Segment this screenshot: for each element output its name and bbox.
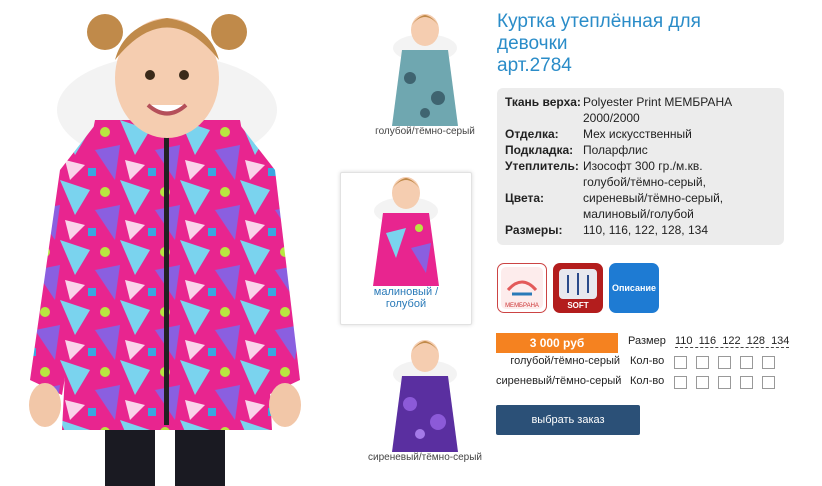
size-label: Размер (628, 335, 666, 347)
thumbnail-blue-grey[interactable]: голубой/тёмно-серый (360, 8, 490, 137)
description-button[interactable]: Описание (609, 263, 659, 313)
jacket-blue-grey-photo (380, 8, 470, 126)
membrana-icon: МЕМБРАНА (501, 267, 543, 309)
title-line-1: Куртка утеплённая для (497, 11, 701, 32)
spec-value: 110, 116, 122, 128, 134 (583, 223, 708, 237)
isosoft-icon: SOFT (559, 269, 597, 310)
size-value: 134 (771, 335, 790, 347)
spec-value: голубой/тёмно-серый, сиреневый/тёмно-сер… (583, 175, 724, 221)
article-number: арт.2784 (497, 55, 572, 76)
qty-checkbox-128[interactable] (740, 376, 753, 389)
qty-checkbox-122[interactable] (718, 376, 731, 389)
spec-key: Размеры: (505, 223, 563, 237)
membrana-label: МЕМБРАНА (505, 303, 539, 309)
order-row-color: голубой/тёмно-серый (510, 355, 620, 367)
size-value: 122 (722, 335, 741, 347)
spec-key: Ткань верха: (505, 95, 581, 109)
thumbnail-caption: сиреневый/тёмно-серый (368, 452, 482, 463)
size-value: 128 (746, 335, 765, 347)
order-row-color: сиреневый/тёмно-серый (496, 375, 622, 387)
size-list: 110 116 122 128 134 (675, 335, 790, 348)
spec-key: Цвета: (505, 191, 545, 205)
order-row-qty-label: Кол-во (630, 375, 665, 387)
product-title: Куртка утеплённая для девочки арт.2784 (497, 11, 797, 77)
isosoft-label: SOFT (567, 301, 588, 310)
price-tag: 3 000 руб (496, 333, 618, 353)
membrana-badge[interactable]: МЕМБРАНА (497, 263, 547, 313)
spec-value: Мех искусственный (583, 127, 692, 141)
spec-key: Подкладка: (505, 143, 574, 157)
title-line-2: девочки (497, 33, 568, 54)
spec-value: Изософт 300 гр./м.кв. (583, 159, 703, 173)
thumbnail-raspberry-selected[interactable]: малиновый / голубой (340, 172, 472, 325)
jacket-lilac-photo (380, 334, 470, 452)
isosoft-badge[interactable]: SOFT (553, 263, 603, 313)
order-row-qty-label: Кол-во (630, 355, 665, 367)
thumbnail-lilac[interactable]: сиреневый/тёмно-серый (360, 334, 490, 463)
qty-checkbox-110[interactable] (674, 356, 687, 369)
qty-checkbox-134[interactable] (762, 376, 775, 389)
jacket-raspberry-photo (361, 173, 451, 286)
main-product-photo (0, 0, 330, 486)
qty-checkbox-134[interactable] (762, 356, 775, 369)
choose-order-button[interactable]: выбрать заказ (496, 405, 640, 435)
spec-key: Отделка: (505, 127, 559, 141)
spec-box: Ткань верха: Polyester Print МЕМБРАНА 20… (497, 88, 784, 245)
thumbnail-caption: голубой/тёмно-серый (375, 126, 475, 137)
qty-checkbox-116[interactable] (696, 376, 709, 389)
thumbnail-caption: малиновый / голубой (373, 286, 439, 310)
spec-value: Поларфлис (583, 143, 648, 157)
size-value: 110 (675, 335, 693, 347)
qty-checkbox-110[interactable] (674, 376, 687, 389)
qty-checkbox-116[interactable] (696, 356, 709, 369)
qty-checkbox-122[interactable] (718, 356, 731, 369)
size-value: 116 (698, 335, 717, 347)
spec-value: Polyester Print МЕМБРАНА 2000/2000 (583, 95, 733, 125)
spec-key: Утеплитель: (505, 159, 579, 173)
qty-checkbox-128[interactable] (740, 356, 753, 369)
